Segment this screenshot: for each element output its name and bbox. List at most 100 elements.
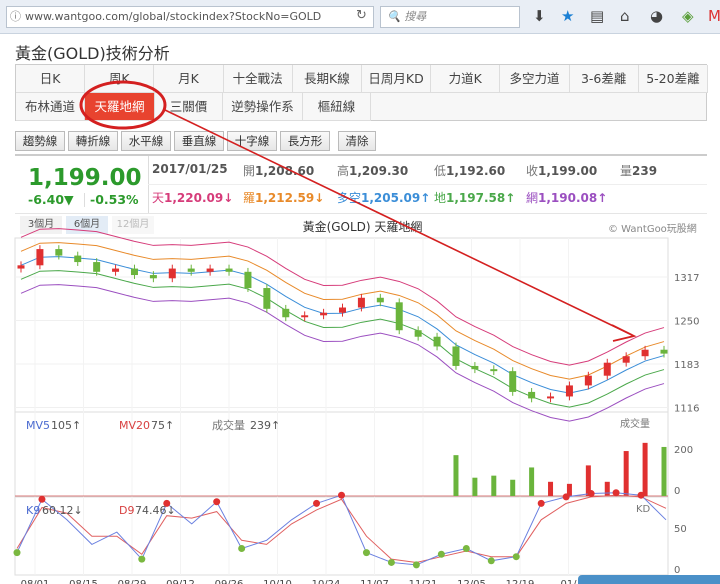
oversold-dot bbox=[462, 545, 470, 552]
x-tick-label: 10/24 bbox=[312, 579, 341, 584]
oversold-dot bbox=[512, 553, 520, 561]
candle bbox=[17, 265, 25, 269]
oversold-dot bbox=[138, 555, 146, 563]
x-tick-label: 10/10 bbox=[263, 579, 292, 584]
overlay-panel bbox=[578, 575, 720, 584]
d-value: 74.46↓ bbox=[135, 504, 176, 517]
volume-bar bbox=[623, 451, 629, 496]
candle bbox=[641, 349, 649, 357]
candle bbox=[471, 365, 479, 370]
candle bbox=[603, 362, 611, 376]
x-tick-label: 11/07 bbox=[360, 579, 389, 584]
vol-label: 成交量 bbox=[212, 418, 245, 432]
candle bbox=[622, 356, 630, 363]
y-tick-label: 1250 bbox=[674, 317, 699, 328]
x-tick-label: 09/26 bbox=[215, 579, 244, 584]
arrow-head-icon bbox=[611, 324, 637, 342]
x-tick-label: 12/05 bbox=[457, 579, 486, 584]
candle bbox=[74, 255, 82, 263]
volume-bar bbox=[661, 446, 667, 496]
price-chart: 1116 1183 1250 1317 08/01 08/15 08/29 09/12 09/2… bbox=[13, 80, 699, 584]
candle bbox=[547, 396, 555, 399]
x-tick-label: 09/12 bbox=[166, 579, 195, 584]
overbought-dot bbox=[537, 499, 545, 507]
volume-bar bbox=[529, 467, 535, 496]
oversold-dot bbox=[437, 550, 445, 558]
d-label: D9 bbox=[119, 504, 134, 517]
volume-bar bbox=[642, 442, 648, 496]
candle bbox=[301, 315, 309, 318]
overbought-dot bbox=[587, 490, 595, 498]
candle bbox=[168, 268, 176, 279]
oversold-dot bbox=[362, 549, 370, 557]
tian-line bbox=[20, 228, 665, 366]
volume-panel-title: 成交量 bbox=[620, 417, 650, 430]
volume-bar bbox=[453, 455, 459, 496]
overbought-dot bbox=[338, 491, 345, 499]
overbought-dot bbox=[38, 495, 46, 503]
candle bbox=[376, 297, 384, 303]
candle bbox=[414, 330, 422, 337]
highlight-circle bbox=[79, 80, 167, 130]
x-tick-label: 08/01 bbox=[21, 579, 50, 584]
overbought-dot bbox=[562, 493, 570, 501]
candle bbox=[55, 249, 63, 256]
mv5-label: MV5 bbox=[26, 419, 50, 432]
candle bbox=[282, 308, 290, 318]
candle bbox=[452, 346, 460, 366]
y-tick-label: 1183 bbox=[674, 360, 699, 371]
oversold-dot bbox=[487, 557, 495, 565]
oversold-dot bbox=[238, 545, 246, 552]
kd-panel-title: KD bbox=[636, 504, 651, 515]
oversold-dot bbox=[13, 549, 21, 557]
volume-bar bbox=[472, 477, 478, 496]
volume-bar bbox=[491, 475, 497, 496]
x-tick-label: 11/21 bbox=[409, 579, 438, 584]
y-tick-label: 200 bbox=[674, 445, 693, 456]
x-tick-label: 12/19 bbox=[506, 579, 535, 584]
candle bbox=[149, 275, 157, 279]
mv20-value: 75↑ bbox=[151, 419, 174, 432]
y-tick-label: 1116 bbox=[674, 404, 699, 415]
candle bbox=[36, 249, 44, 266]
overbought-dot bbox=[612, 489, 620, 497]
candle bbox=[660, 349, 668, 354]
k-value: 60.12↓ bbox=[42, 504, 83, 517]
k-label: K9 bbox=[26, 504, 40, 517]
x-tick-label: 01/ bbox=[560, 579, 577, 584]
y-tick-label: 1317 bbox=[674, 273, 699, 284]
annotation-arrow bbox=[164, 109, 633, 336]
candle bbox=[528, 391, 536, 399]
x-tick-label: 08/15 bbox=[69, 579, 98, 584]
candle bbox=[584, 375, 592, 386]
candle bbox=[565, 385, 573, 397]
y-tick-label: 0 bbox=[674, 486, 680, 497]
overbought-dot bbox=[637, 491, 645, 499]
candle bbox=[320, 312, 328, 316]
candle bbox=[187, 268, 195, 272]
oversold-dot bbox=[387, 558, 395, 566]
candle bbox=[112, 268, 120, 272]
candle bbox=[357, 297, 365, 308]
x-tick-label: 08/29 bbox=[118, 579, 147, 584]
overbought-dot bbox=[213, 498, 221, 506]
y-tick-label: 50 bbox=[674, 524, 687, 535]
candle bbox=[433, 336, 441, 347]
volume-bar bbox=[548, 481, 554, 496]
candle bbox=[339, 307, 346, 313]
candle bbox=[93, 262, 101, 272]
candle bbox=[395, 302, 403, 331]
oversold-dot bbox=[412, 561, 420, 569]
candle bbox=[509, 371, 517, 392]
candle bbox=[225, 268, 233, 272]
candle bbox=[263, 288, 271, 309]
volume-bar bbox=[604, 481, 610, 496]
overbought-dot bbox=[313, 499, 321, 507]
candle bbox=[244, 271, 252, 289]
candle bbox=[206, 268, 214, 272]
mv20-label: MV20 bbox=[119, 419, 150, 432]
mv5-value: 105↑ bbox=[51, 419, 81, 432]
vol-value: 239↑ bbox=[250, 419, 280, 432]
candle bbox=[130, 268, 138, 276]
volume-bar bbox=[510, 479, 516, 496]
